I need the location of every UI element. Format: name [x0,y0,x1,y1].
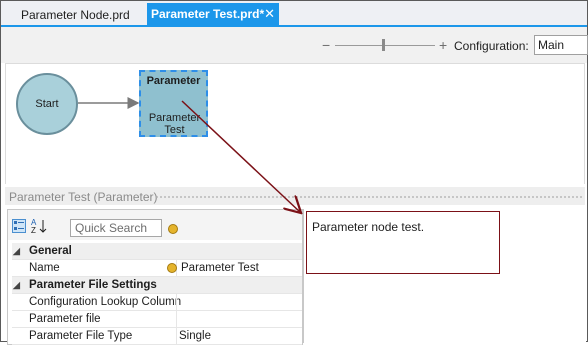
parameter-node-name: Parameter Test [148,112,201,136]
start-node-label: Start [35,98,59,110]
tab-label: Parameter Test.prd* [151,7,265,21]
configuration-label: Configuration: [454,39,529,53]
close-icon[interactable]: ✕ [264,3,275,25]
designer-toolbar: − + Configuration: Main [1,27,588,63]
zoom-slider-track[interactable] [335,45,435,46]
zoom-slider-thumb[interactable] [382,39,385,51]
property-rows: ◢ General Name Parameter Test ◢ Paramete… [12,243,302,345]
property-value-field[interactable]: Parameter Test [167,260,259,276]
property-row-parameter-file-type[interactable]: Parameter File Type Single [12,328,302,345]
categorized-icon [14,221,24,230]
property-pages-icon [167,262,177,273]
panel-grip[interactable] [155,195,583,199]
property-value-field[interactable] [176,294,179,310]
window-frame: Parameter Node.prd Parameter Test.prd* ✕… [0,0,588,345]
properties-panel-header: Parameter Test (Parameter) [5,187,585,205]
property-row-parameter-file[interactable]: Parameter file [12,311,302,328]
document-tab-strip: Parameter Node.prd Parameter Test.prd* ✕ [1,1,587,27]
property-name: Name [29,262,60,274]
zoom-in-button[interactable]: + [439,37,447,53]
property-value-field[interactable] [176,311,179,327]
property-name: Configuration Lookup Column [29,296,182,308]
category-parameter-file-settings[interactable]: ◢ Parameter File Settings [12,277,302,294]
category-label: General [29,245,72,257]
parameter-node[interactable]: Parameter Parameter Test [139,70,208,137]
parameter-node-type: Parameter [146,75,201,87]
property-pages-icon[interactable] [168,224,178,234]
property-value: Parameter Test [181,262,259,274]
property-grid: A Z ◢ General Name Parameter Test [7,209,303,345]
panel-title: Parameter Test (Parameter) [9,190,158,204]
property-row-configuration-lookup-column[interactable]: Configuration Lookup Column [12,294,302,311]
category-label: Parameter File Settings [29,279,157,291]
start-node[interactable]: Start [16,73,78,135]
quick-search-input[interactable] [70,219,162,237]
property-row-name[interactable]: Name Parameter Test [12,260,302,277]
property-name: Parameter file [29,313,101,325]
tab-parameter-test[interactable]: Parameter Test.prd* ✕ [147,3,279,25]
tab-parameter-node[interactable]: Parameter Node.prd [15,5,136,25]
categorized-view-button[interactable] [12,219,26,233]
annotation-highlight-box [306,211,500,274]
zoom-out-button[interactable]: − [322,37,330,53]
collapse-triangle-icon[interactable]: ◢ [13,243,23,259]
category-general[interactable]: ◢ General [12,243,302,260]
alphabetical-sort-button[interactable]: A Z [30,217,48,235]
svg-text:Z: Z [31,226,36,235]
sort-az-icon: A Z [31,218,47,235]
collapse-triangle-icon[interactable]: ◢ [13,277,23,293]
process-canvas[interactable]: Start Parameter Parameter Test [5,63,585,184]
property-grid-toolbar: A Z [8,210,302,240]
configuration-select[interactable]: Main [534,35,588,55]
